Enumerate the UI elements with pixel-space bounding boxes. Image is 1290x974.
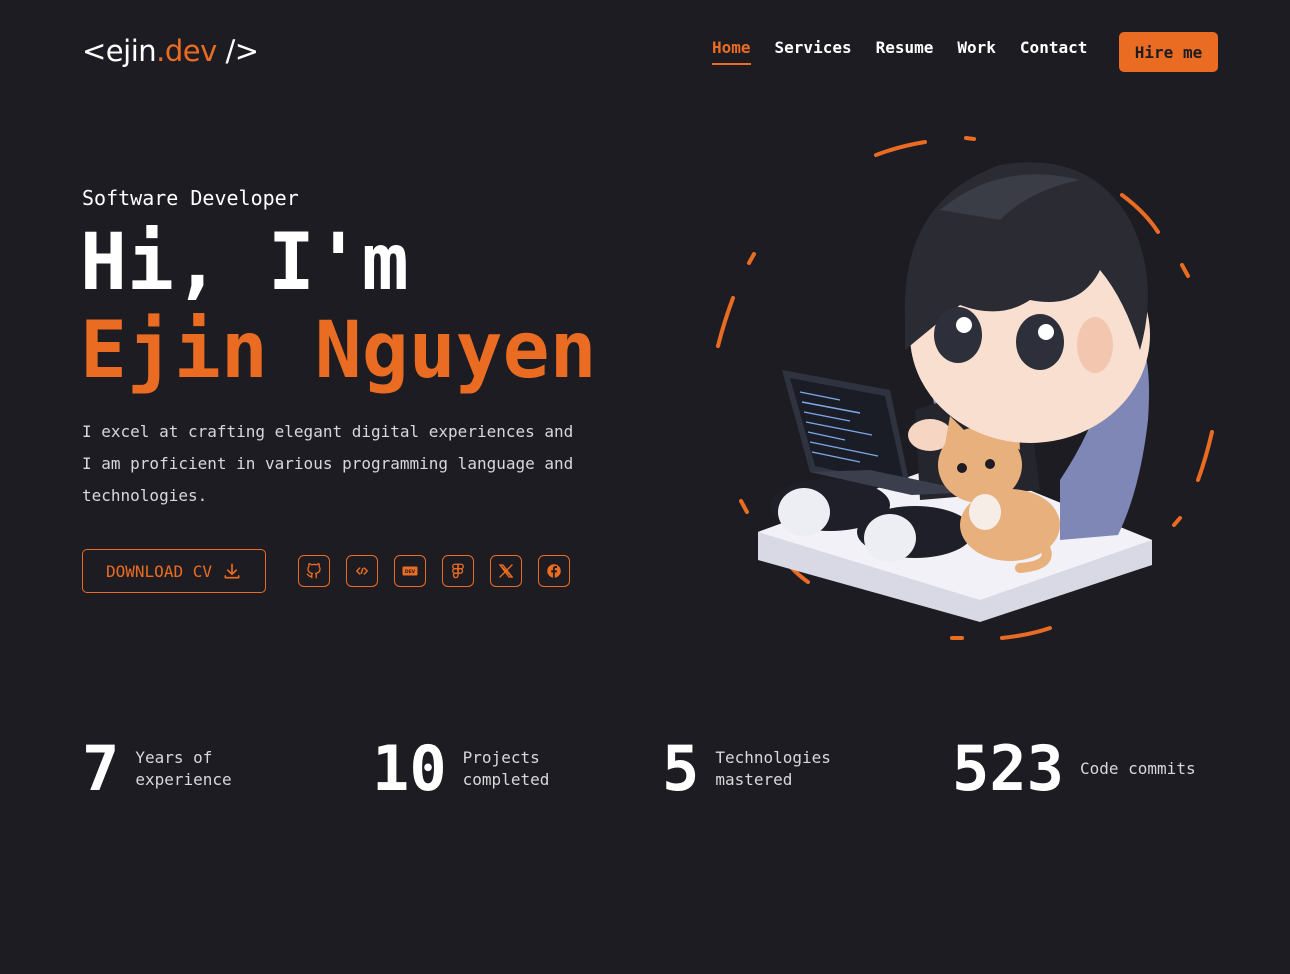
stat-label: Code commits <box>1079 759 1196 778</box>
x-icon <box>498 564 514 578</box>
hero-role: Software Developer <box>82 186 299 210</box>
site-logo[interactable]: <ejin.dev /> <box>82 34 259 68</box>
x-link[interactable] <box>490 555 522 587</box>
stat-value: 5 <box>662 732 700 805</box>
logo-accent: .dev <box>156 34 217 68</box>
hire-me-button[interactable]: Hire me <box>1119 32 1218 72</box>
nav-contact[interactable]: Contact <box>1020 38 1087 65</box>
hero-greeting: Hi, I'm <box>80 218 409 308</box>
stat-projects: 10 Projects completed <box>372 734 603 804</box>
logo-prefix: <ejin <box>82 34 157 68</box>
facebook-icon <box>547 564 561 578</box>
dev-to-link[interactable]: DEV <box>394 555 426 587</box>
logo-suffix: /> <box>216 34 259 68</box>
main-navigation: Home Services Resume Work Contact <box>712 38 1087 65</box>
stat-value: 7 <box>82 732 120 805</box>
figma-icon <box>452 563 464 579</box>
hero-illustration <box>700 120 1240 660</box>
avatar-head <box>904 162 1150 443</box>
dev-to-icon: DEV <box>402 566 418 576</box>
stat-label: Projects completed <box>462 748 550 789</box>
stat-value: 523 <box>952 732 1064 805</box>
nav-home[interactable]: Home <box>712 38 751 65</box>
figma-link[interactable] <box>442 555 474 587</box>
nav-services[interactable]: Services <box>775 38 852 65</box>
hero-name: Ejin Nguyen <box>80 306 597 396</box>
stat-label: Years of experience <box>135 748 232 789</box>
github-link[interactable] <box>298 555 330 587</box>
hero-description: I excel at crafting elegant digital expe… <box>82 422 574 505</box>
download-cv-label: DOWNLOAD CV <box>106 561 212 581</box>
facebook-link[interactable] <box>538 555 570 587</box>
stat-experience: 7 Years of experience <box>82 734 275 804</box>
stat-value: 10 <box>372 732 447 805</box>
social-links: DEV <box>298 555 570 587</box>
download-icon <box>224 563 240 579</box>
github-icon <box>306 563 321 579</box>
code-icon <box>356 567 368 575</box>
stat-technologies: 5 Technologies mastered <box>662 734 855 804</box>
code-link[interactable] <box>346 555 378 587</box>
download-cv-button[interactable]: DOWNLOAD CV <box>82 549 266 593</box>
nav-resume[interactable]: Resume <box>876 38 934 65</box>
nav-work[interactable]: Work <box>957 38 996 65</box>
svg-text:DEV: DEV <box>405 569 416 575</box>
stat-commits: 523 Code commits <box>952 734 1220 804</box>
stat-label: Technologies mastered <box>715 748 831 789</box>
